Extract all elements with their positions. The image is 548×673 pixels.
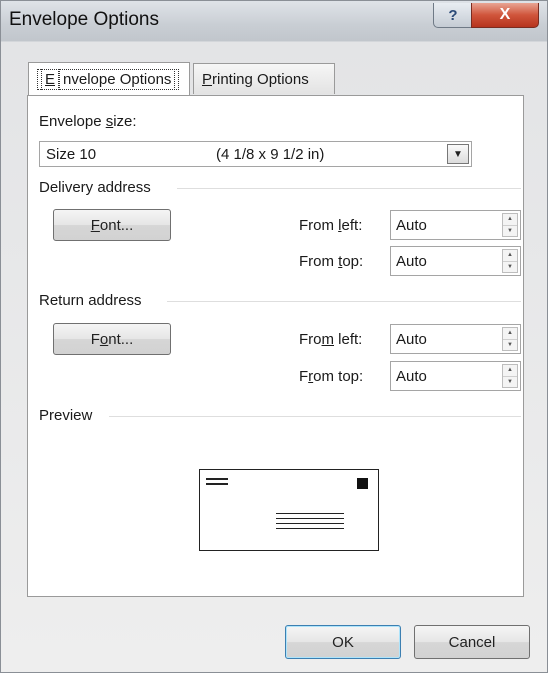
delivery-from-top-value: Auto xyxy=(396,253,427,270)
stamp-icon xyxy=(357,478,368,489)
envelope-options-dialog: Envelope Options ? X Envelope Options Pr… xyxy=(0,0,548,673)
envelope-size-dimensions: (4 1/8 x 9 1/2 in) xyxy=(216,146,325,163)
spin-down-icon[interactable]: ▼ xyxy=(503,375,517,388)
return-from-top-stepper[interactable]: Auto ▲ ▼ xyxy=(390,361,521,391)
spin-up-icon[interactable]: ▲ xyxy=(503,250,517,261)
preview-label: Preview xyxy=(39,407,93,424)
close-button[interactable]: X xyxy=(471,3,539,28)
return-address-divider xyxy=(167,301,521,302)
dialog-title: Envelope Options xyxy=(9,9,159,30)
spin-down-icon[interactable]: ▼ xyxy=(503,260,517,273)
delivery-font-button[interactable]: Font... xyxy=(53,209,171,241)
cancel-button[interactable]: Cancel xyxy=(414,625,530,659)
envelope-size-label: Envelope size: xyxy=(39,113,137,130)
tab-printing-options[interactable]: Printing Options xyxy=(193,63,335,94)
delivery-from-left-label: From left: xyxy=(299,217,363,234)
return-from-left-stepper[interactable]: Auto ▲ ▼ xyxy=(390,324,521,354)
close-icon: X xyxy=(499,6,511,23)
tab-envelope-options[interactable]: Envelope Options xyxy=(28,62,190,95)
delivery-address-line xyxy=(276,528,344,529)
return-from-top-arrows[interactable]: ▲ ▼ xyxy=(502,364,518,388)
spin-up-icon[interactable]: ▲ xyxy=(503,328,517,339)
tab-printing-options-label: Printing Options xyxy=(202,70,309,88)
delivery-font-button-label: Font... xyxy=(90,216,134,234)
return-address-line xyxy=(206,478,228,480)
spin-up-icon[interactable]: ▲ xyxy=(503,365,517,376)
return-from-top-label: From top: xyxy=(299,368,364,385)
return-address-label: Return address xyxy=(39,292,142,309)
spin-down-icon[interactable]: ▼ xyxy=(503,224,517,237)
return-from-left-arrows[interactable]: ▲ ▼ xyxy=(502,327,518,351)
return-font-button[interactable]: Font... xyxy=(53,323,171,355)
ok-button-label: OK xyxy=(332,633,354,651)
spin-down-icon[interactable]: ▼ xyxy=(503,338,517,351)
title-bar[interactable]: Envelope Options ? X xyxy=(1,1,547,41)
return-from-left-label: From left: xyxy=(299,331,363,348)
envelope-size-name: Size 10 xyxy=(46,146,97,163)
delivery-address-divider xyxy=(177,188,521,189)
ok-button[interactable]: OK xyxy=(285,625,401,659)
delivery-from-top-arrows[interactable]: ▲ ▼ xyxy=(502,249,518,273)
delivery-address-line xyxy=(276,518,344,519)
envelope-size-select[interactable]: Size 10 (4 1/8 x 9 1/2 in) ▼ xyxy=(39,141,472,167)
help-button[interactable]: ? xyxy=(433,3,473,28)
delivery-from-left-stepper[interactable]: Auto ▲ ▼ xyxy=(390,210,521,240)
return-font-button-label: Font... xyxy=(90,330,134,348)
spin-up-icon[interactable]: ▲ xyxy=(503,214,517,225)
preview-divider xyxy=(109,416,521,417)
help-icon: ? xyxy=(448,6,458,24)
cancel-button-label: Cancel xyxy=(448,633,496,651)
delivery-address-line xyxy=(276,513,344,514)
delivery-address-label: Delivery address xyxy=(39,179,151,196)
return-from-left-value: Auto xyxy=(396,331,427,348)
delivery-address-line xyxy=(276,523,344,524)
delivery-from-top-label: From top: xyxy=(299,253,364,270)
chevron-down-icon[interactable]: ▼ xyxy=(447,144,469,164)
tab-envelope-options-label: Envelope Options xyxy=(37,68,180,90)
return-from-top-value: Auto xyxy=(396,368,427,385)
delivery-from-left-value: Auto xyxy=(396,217,427,234)
return-address-line xyxy=(206,483,228,485)
delivery-from-left-arrows[interactable]: ▲ ▼ xyxy=(502,213,518,237)
delivery-from-top-stepper[interactable]: Auto ▲ ▼ xyxy=(390,246,521,276)
envelope-preview-image xyxy=(199,469,379,551)
